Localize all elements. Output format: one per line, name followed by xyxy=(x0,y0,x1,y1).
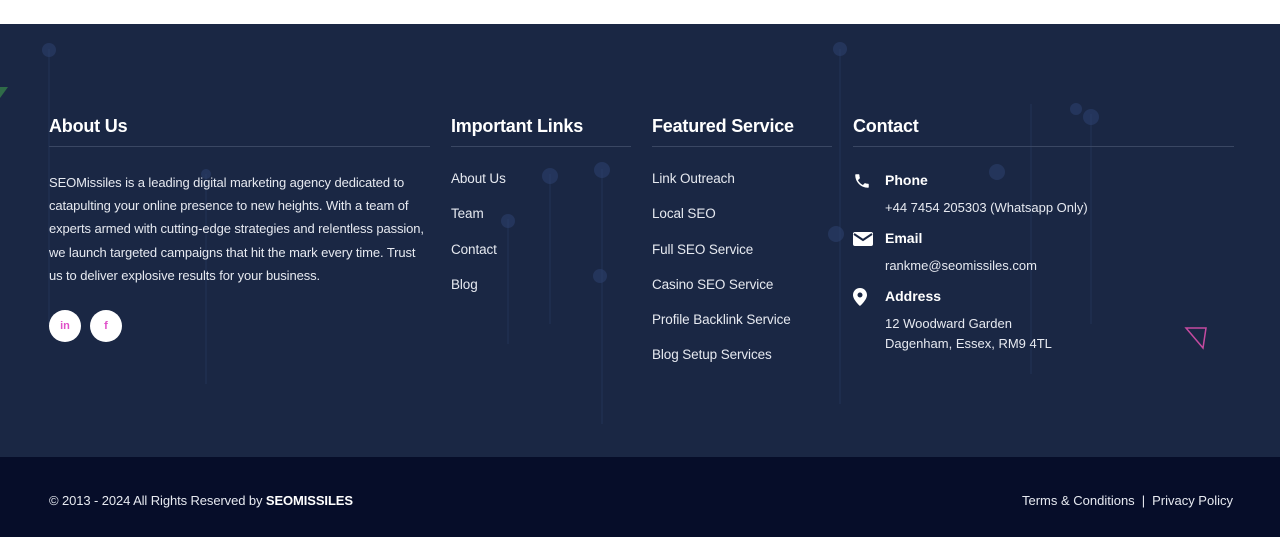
services-divider xyxy=(652,146,832,147)
service-blog-setup[interactable]: Blog Setup Services xyxy=(652,346,832,364)
copyright: © 2013 - 2024 All Rights Reserved by SEO… xyxy=(49,493,353,508)
envelope-icon xyxy=(853,230,873,248)
legal-separator: | xyxy=(1141,493,1146,508)
important-links-heading: Important Links xyxy=(451,116,584,136)
featured-service-heading: Featured Service xyxy=(652,116,794,136)
link-team[interactable]: Team xyxy=(451,205,631,223)
link-contact[interactable]: Contact xyxy=(451,241,631,259)
facebook-button[interactable]: f xyxy=(90,310,122,343)
address-line-2: Dagenham, Essex, RM9 4TL xyxy=(885,336,1052,351)
privacy-link[interactable]: Privacy Policy xyxy=(1152,493,1233,508)
footer-main: About Us SEOMissiles is a leading digita… xyxy=(0,24,1280,457)
about-divider xyxy=(49,146,430,147)
terms-link[interactable]: Terms & Conditions xyxy=(1022,493,1135,508)
service-full-seo[interactable]: Full SEO Service xyxy=(652,241,832,259)
phone-label: Phone xyxy=(885,172,928,188)
address-label: Address xyxy=(885,288,942,304)
contact-phone: Phone +44 7454 205303 (Whatsapp Only) xyxy=(853,171,1234,218)
legal-links: Terms & Conditions | Privacy Policy xyxy=(1022,493,1233,508)
copyright-text: © 2013 - 2024 All Rights Reserved by xyxy=(49,493,266,508)
contact-column: Contact Phone +44 7454 205303 (Whatsapp … xyxy=(853,115,1234,365)
email-value[interactable]: rankme@seomissiles.com xyxy=(885,256,1234,276)
service-link-outreach[interactable]: Link Outreach xyxy=(652,170,832,188)
social-links: in f xyxy=(49,310,430,343)
email-label: Email xyxy=(885,230,923,246)
map-pin-icon xyxy=(853,288,873,306)
featured-service-list: Link Outreach Local SEO Full SEO Service… xyxy=(652,170,832,364)
about-description: SEOMissiles is a leading digital marketi… xyxy=(49,175,424,283)
top-strip xyxy=(0,0,1280,24)
about-column: About Us SEOMissiles is a leading digita… xyxy=(49,115,430,343)
brand-name[interactable]: SEOMISSILES xyxy=(266,493,353,508)
address-value: 12 Woodward Garden Dagenham, Essex, RM9 … xyxy=(885,314,1234,354)
important-links-column: Important Links About Us Team Contact Bl… xyxy=(451,115,631,311)
facebook-icon: f xyxy=(104,320,108,333)
link-blog[interactable]: Blog xyxy=(451,276,631,294)
links-divider xyxy=(451,146,631,147)
linkedin-icon: in xyxy=(60,320,70,333)
triangle-deco-left xyxy=(0,87,8,98)
footer-bottom-bar: © 2013 - 2024 All Rights Reserved by SEO… xyxy=(0,457,1280,537)
contact-heading: Contact xyxy=(853,116,919,136)
linkedin-button[interactable]: in xyxy=(49,310,81,343)
featured-service-column: Featured Service Link Outreach Local SEO… xyxy=(652,115,832,382)
contact-address: Address 12 Woodward Garden Dagenham, Ess… xyxy=(853,287,1234,354)
contact-email: Email rankme@seomissiles.com xyxy=(853,229,1234,276)
service-profile-backlink[interactable]: Profile Backlink Service xyxy=(652,311,832,329)
address-line-1: 12 Woodward Garden xyxy=(885,316,1012,331)
phone-icon xyxy=(853,172,873,190)
important-links-list: About Us Team Contact Blog xyxy=(451,170,631,294)
service-local-seo[interactable]: Local SEO xyxy=(652,205,832,223)
about-heading: About Us xyxy=(49,116,128,136)
contact-divider xyxy=(853,146,1234,147)
contact-list: Phone +44 7454 205303 (Whatsapp Only) Em… xyxy=(853,171,1234,354)
phone-value[interactable]: +44 7454 205303 (Whatsapp Only) xyxy=(885,198,1234,218)
link-about-us[interactable]: About Us xyxy=(451,170,631,188)
service-casino-seo[interactable]: Casino SEO Service xyxy=(652,276,832,294)
